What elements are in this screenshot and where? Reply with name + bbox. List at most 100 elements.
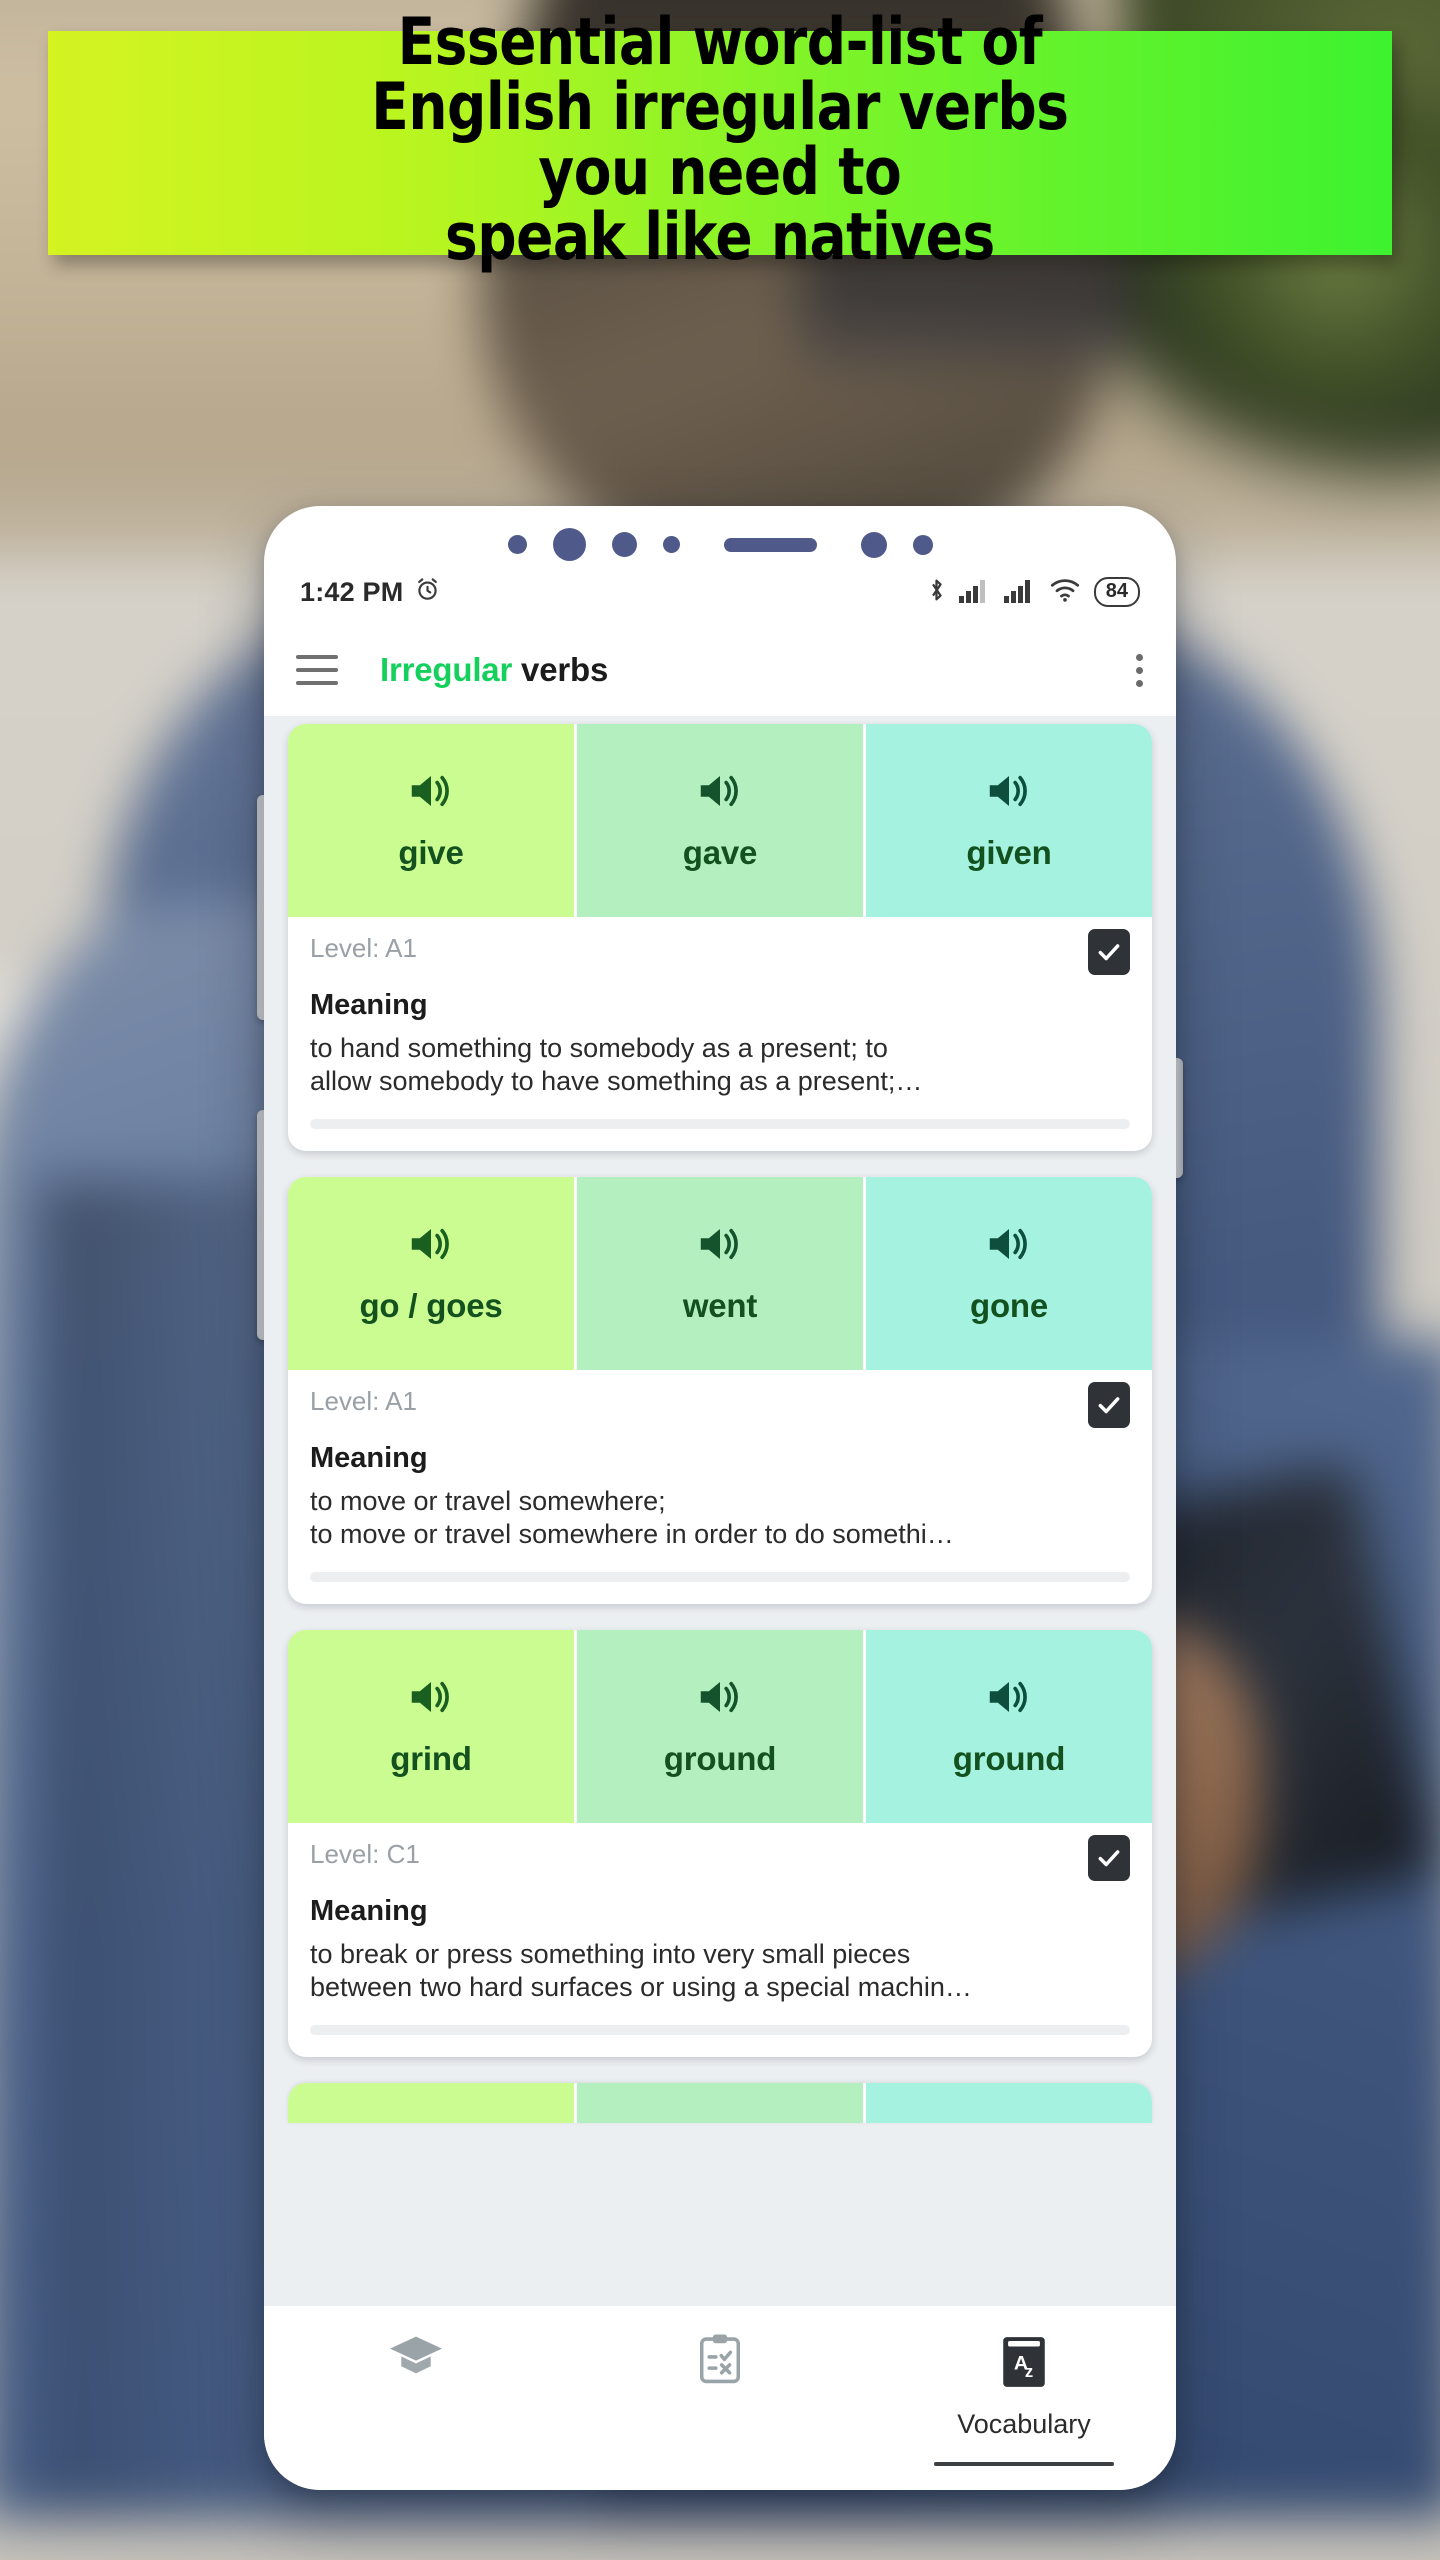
verb-card-info: Level: C1 Meaning to break or press some… bbox=[288, 1823, 1152, 2035]
page-title: Irregular verbs bbox=[380, 651, 608, 689]
headline-banner: Essential word-list of English irregular… bbox=[48, 10, 1392, 270]
nav-item-learn[interactable] bbox=[264, 2332, 568, 2397]
phone-sensor-row bbox=[264, 528, 1176, 561]
front-camera-icon bbox=[552, 528, 586, 561]
status-bar: 1:42 PM 84 bbox=[264, 564, 1176, 620]
verb-forms-row: grind ground ground bbox=[288, 1629, 1152, 1823]
verb-form-past[interactable]: ground bbox=[574, 1629, 863, 1823]
bottom-navigation: A z Vocabulary bbox=[264, 2306, 1176, 2490]
verb-word: ground bbox=[663, 1739, 777, 1777]
screenshot-root: Essential word-list of English irregular… bbox=[0, 0, 1440, 2560]
verb-card-info: Level: A1 Meaning to hand something to s… bbox=[288, 917, 1152, 1129]
phone-mockup: 1:42 PM 84 Irregular verbs give gave giv… bbox=[264, 506, 1176, 2490]
verb-word: give bbox=[398, 834, 464, 871]
horizontal-scrollbar[interactable] bbox=[310, 1571, 1130, 1582]
checkmark-icon bbox=[1098, 1850, 1120, 1867]
learned-checkbox[interactable] bbox=[1088, 929, 1130, 975]
status-bar-time: 1:42 PM bbox=[300, 576, 404, 607]
verb-card: go / goes went gone Level: A1 Meaning to… bbox=[288, 1176, 1152, 1604]
checkmark-icon bbox=[1098, 1397, 1120, 1414]
nav-label: Vocabulary bbox=[957, 2409, 1091, 2439]
headline-text: Essential word-list of English irregular… bbox=[371, 5, 1069, 275]
verb-word: given bbox=[966, 834, 1052, 871]
bluetooth-icon bbox=[927, 576, 946, 609]
clipboard-test-icon bbox=[695, 2332, 745, 2391]
alarm-clock-icon bbox=[414, 576, 441, 608]
sensor-dot-icon bbox=[611, 532, 637, 557]
cellular-signal-icon bbox=[1003, 577, 1036, 608]
sensor-dot-icon bbox=[860, 531, 887, 558]
verb-form-past[interactable]: gave bbox=[574, 724, 863, 917]
horizontal-scrollbar[interactable] bbox=[310, 2024, 1130, 2035]
svg-text:z: z bbox=[1025, 2362, 1033, 2381]
verb-card: give gave given Level: A1 Meaning to han… bbox=[288, 724, 1152, 1151]
speaker-icon[interactable] bbox=[695, 769, 745, 818]
verb-form-base[interactable] bbox=[288, 2082, 574, 2123]
speaker-icon[interactable] bbox=[406, 769, 456, 818]
speaker-icon[interactable] bbox=[695, 1675, 745, 1724]
verb-form-participle[interactable]: given bbox=[863, 724, 1152, 917]
verb-word: ground bbox=[952, 1739, 1066, 1777]
checkmark-icon bbox=[1098, 944, 1120, 961]
speaker-icon[interactable] bbox=[984, 1222, 1034, 1271]
verb-form-past[interactable] bbox=[574, 2082, 863, 2123]
app-bar: Irregular verbs bbox=[264, 624, 1176, 716]
nav-item-test[interactable] bbox=[568, 2332, 872, 2403]
verb-word: went bbox=[682, 1286, 758, 1324]
speaker-icon[interactable] bbox=[984, 769, 1034, 818]
verb-forms-row: give gave given bbox=[288, 724, 1152, 917]
page-title-accent: Irregular bbox=[380, 651, 513, 688]
verb-form-base[interactable]: grind bbox=[288, 1629, 574, 1823]
page-title-rest: verbs bbox=[512, 651, 609, 688]
meaning-heading: Meaning bbox=[310, 989, 428, 1021]
learned-checkbox[interactable] bbox=[1088, 1834, 1130, 1881]
meaning-text: to hand something to somebody as a prese… bbox=[310, 1033, 923, 1097]
sensor-dot-icon bbox=[912, 534, 933, 555]
battery-indicator: 84 bbox=[1093, 577, 1140, 607]
verb-word: gone bbox=[969, 1286, 1049, 1324]
speaker-icon[interactable] bbox=[406, 1222, 456, 1271]
verb-forms-row bbox=[288, 2082, 1152, 2123]
speaker-icon[interactable] bbox=[406, 1675, 456, 1724]
verb-form-participle[interactable]: ground bbox=[863, 1629, 1152, 1823]
headline-line-1: Essential word-list of bbox=[397, 5, 1043, 80]
dictionary-az-icon: A z bbox=[996, 2332, 1052, 2397]
headline-line-2: English irregular verbs bbox=[371, 70, 1069, 145]
verb-card-partial bbox=[288, 2082, 1152, 2123]
level-label: Level: C1 bbox=[310, 1838, 420, 1869]
horizontal-scrollbar[interactable] bbox=[310, 1118, 1130, 1129]
meaning-text: to move or travel somewhere; to move or … bbox=[310, 1485, 954, 1550]
nav-item-vocabulary[interactable]: A z Vocabulary bbox=[872, 2332, 1176, 2466]
level-label: Level: A1 bbox=[310, 1385, 417, 1416]
active-tab-indicator bbox=[934, 2462, 1114, 2466]
cellular-signal-icon bbox=[958, 577, 991, 608]
verb-list[interactable]: give gave given Level: A1 Meaning to han… bbox=[264, 716, 1176, 2306]
wifi-icon bbox=[1049, 577, 1081, 608]
hamburger-menu-icon[interactable] bbox=[296, 655, 338, 685]
meaning-heading: Meaning bbox=[310, 1441, 428, 1474]
speaker-icon[interactable] bbox=[984, 1675, 1034, 1724]
learned-checkbox[interactable] bbox=[1088, 1381, 1130, 1428]
verb-form-participle[interactable]: gone bbox=[863, 1176, 1152, 1370]
graduation-cap-icon bbox=[387, 2332, 445, 2385]
verb-form-base[interactable]: give bbox=[288, 724, 574, 917]
speaker-icon[interactable] bbox=[695, 1222, 745, 1271]
level-label: Level: A1 bbox=[310, 933, 417, 963]
headline-line-4: speak like natives bbox=[445, 200, 995, 275]
verb-card-info: Level: A1 Meaning to move or travel some… bbox=[288, 1370, 1152, 1582]
verb-word: go / goes bbox=[359, 1286, 503, 1324]
verb-word: grind bbox=[390, 1739, 472, 1777]
verb-card: grind ground ground Level: C1 Meaning to… bbox=[288, 1629, 1152, 2057]
headline-line-3: you need to bbox=[538, 135, 902, 210]
verb-form-base[interactable]: go / goes bbox=[288, 1176, 574, 1370]
verb-form-past[interactable]: went bbox=[574, 1176, 863, 1370]
verb-form-participle[interactable] bbox=[863, 2082, 1152, 2123]
sensor-dot-icon bbox=[507, 535, 527, 554]
kebab-menu-icon[interactable] bbox=[1134, 653, 1144, 687]
sensor-dot-icon bbox=[662, 536, 680, 553]
verb-word: gave bbox=[682, 834, 758, 871]
meaning-text: to break or press something into very sm… bbox=[310, 1938, 972, 2003]
verb-forms-row: go / goes went gone bbox=[288, 1176, 1152, 1370]
meaning-heading: Meaning bbox=[310, 1894, 428, 1927]
earpiece-speaker bbox=[723, 537, 817, 552]
